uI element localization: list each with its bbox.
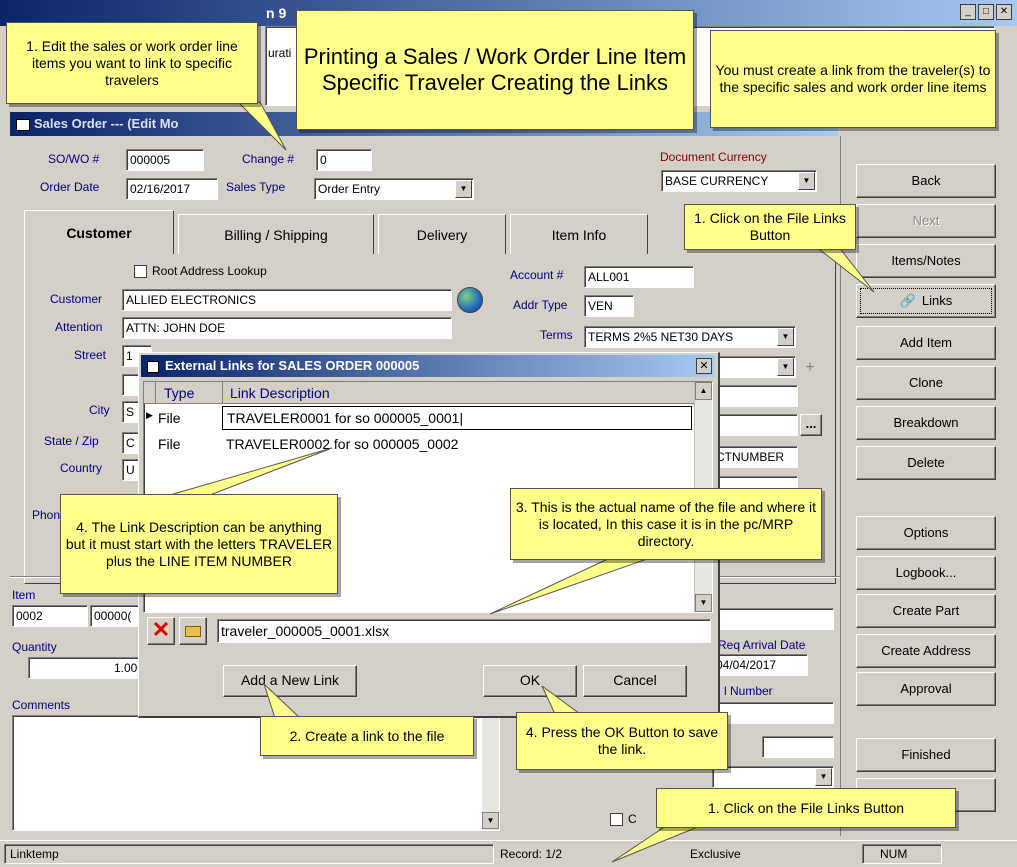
callout-edit-lines: 1. Edit the sales or work order line ite… [6, 22, 258, 104]
callout-press-ok: 4. Press the OK Button to save the link. [516, 712, 728, 770]
callout-link-description: 4. The Link Description can be anything … [60, 494, 338, 594]
callout-must-link: You must create a link from the traveler… [710, 30, 996, 128]
callout-click-links-top: 1. Click on the File Links Button [684, 204, 856, 250]
callout-actual-name: 3. This is the actual name of the file a… [510, 488, 822, 560]
callout-click-links-bottom: 1. Click on the File Links Button [656, 788, 956, 828]
callout-title: Printing a Sales / Work Order Line Item … [296, 10, 694, 130]
callout-pointers [169, 101, 875, 863]
callout-create-link: 2. Create a link to the file [260, 716, 474, 756]
